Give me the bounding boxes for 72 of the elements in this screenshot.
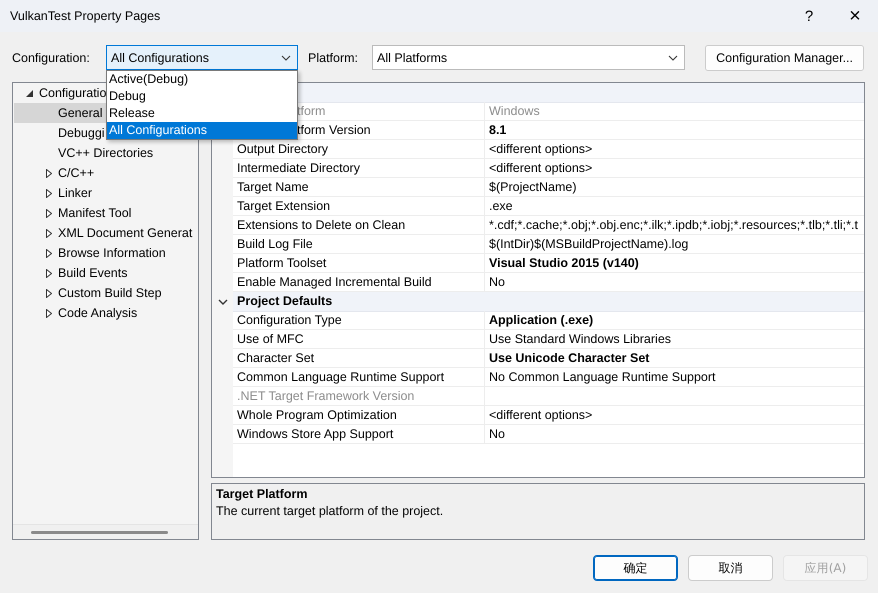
collapsed-arrow-icon[interactable] [46,228,52,238]
property-value[interactable]: $(IntDir)$(MSBuildProjectName).log [485,235,864,254]
property-value[interactable]: *.cdf;*.cache;*.obj;*.obj.enc;*.ilk;*.ipdb;*.iobj;*.resources;*.tlb;*.tli;*.t [485,216,864,235]
tree-item[interactable]: VC++ Directories [14,143,156,163]
property-name: Extensions to Delete on Clean [237,218,406,232]
dialog-button[interactable]: 确定 [593,555,678,581]
horizontal-scrollbar[interactable] [13,524,198,539]
help-button[interactable]: ? [786,0,832,32]
platform-dropdown[interactable]: All Platforms [372,45,685,70]
property-name: Enable Managed Incremental Build [237,275,432,289]
property-value[interactable]: .exe [485,197,864,216]
property-name: Intermediate Directory [237,161,360,175]
configuration-label: Configuration: [12,50,91,64]
property-value[interactable]: Use Unicode Character Set [485,349,864,368]
platform-label: Platform: [308,50,360,64]
description-text: The current target platform of the project. [216,504,444,518]
property-name: Configuration Type [237,313,342,327]
tree-item[interactable]: Linker [14,183,94,203]
collapsed-arrow-icon[interactable] [46,268,52,278]
tree-item[interactable]: Code Analysis [14,303,140,323]
collapsed-arrow-icon[interactable] [46,188,52,198]
property-name: Whole Program Optimization [237,408,397,422]
property-name: Windows Store App Support [237,427,394,441]
collapsed-arrow-icon[interactable] [46,168,52,178]
tree-item[interactable]: Manifest Tool [14,203,134,223]
collapsed-arrow-icon[interactable] [46,308,52,318]
tree-item[interactable]: Debuggi [14,123,107,143]
tree-item[interactable]: XML Document Generat [14,223,194,243]
property-name: Platform Toolset [237,256,326,270]
property-name: Target Name [237,180,309,194]
window-title: VulkanTest Property Pages [10,9,162,23]
description-title: Target Platform [216,487,308,501]
property-value[interactable]: <different options> [485,140,864,159]
chevron-down-icon[interactable] [218,298,228,304]
property-name: tform [297,104,326,118]
tree-item[interactable]: Build Events [14,263,130,283]
property-name: .NET Target Framework Version [237,389,414,403]
tree-item[interactable]: C/C++ [14,163,96,183]
configuration-manager-button[interactable]: Configuration Manager... [705,44,864,70]
dropdown-option[interactable]: All Configurations [107,122,297,139]
property-value[interactable]: No [485,425,864,444]
property-name: tform Version [297,123,371,137]
configuration-dropdown[interactable]: All Configurations [106,45,298,70]
property-name: Target Extension [237,199,330,213]
section-header: Project Defaults [233,292,864,312]
property-name: Use of MFC [237,332,304,346]
property-name: Build Log File [237,237,313,251]
close-button[interactable]: × [832,0,878,32]
tree-item[interactable]: Configuratio [14,83,108,103]
property-value[interactable]: $(ProjectName) [485,178,864,197]
property-value[interactable]: No Common Language Runtime Support [485,368,864,387]
chevron-down-icon [668,54,678,60]
dropdown-option[interactable]: Debug [107,88,297,105]
tree-item[interactable]: Browse Information [14,243,168,263]
property-name: Character Set [237,351,314,365]
dropdown-option[interactable]: Active(Debug) [107,71,297,88]
configuration-dropdown-menu[interactable]: Active(Debug) Debug Release All Configurations [106,70,298,140]
property-name: Common Language Runtime Support [237,370,444,384]
chevron-down-icon [281,54,291,60]
property-value[interactable]: <different options> [485,406,864,425]
property-value[interactable]: Visual Studio 2015 (v140) [485,254,864,273]
property-value[interactable]: Application (.exe) [485,311,864,330]
collapsed-arrow-icon[interactable] [46,248,52,258]
expanded-arrow-icon[interactable] [26,90,33,96]
collapsed-arrow-icon[interactable] [46,208,52,218]
property-value[interactable]: Use Standard Windows Libraries [485,330,864,349]
property-value[interactable]: 8.1 [485,121,864,140]
property-value[interactable]: <different options> [485,159,864,178]
property-name: Output Directory [237,142,328,156]
collapsed-arrow-icon[interactable] [46,288,52,298]
tree-item[interactable]: Custom Build Step [14,283,164,303]
dialog-button[interactable]: 取消 [688,555,773,581]
